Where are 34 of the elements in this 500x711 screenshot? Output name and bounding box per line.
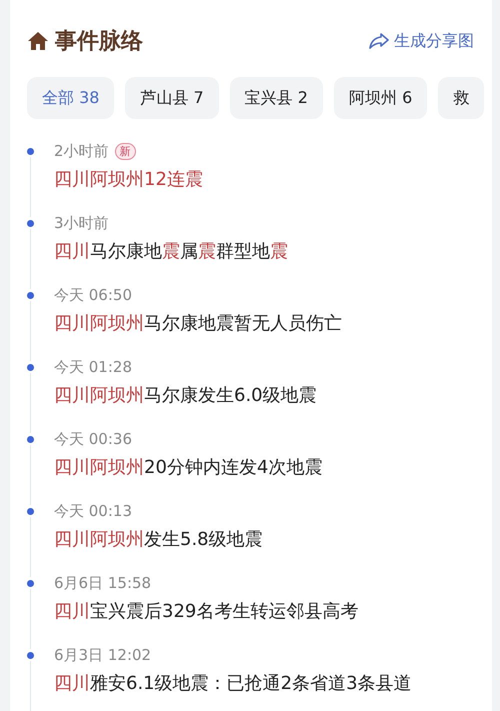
event-time: 今天 00:36 [54,430,132,448]
event-headline[interactable]: 四川阿坝州12连震 [54,168,492,192]
timeline-dot [27,436,34,443]
timeline-dot [27,580,34,587]
section-title: 事件脉络 [55,28,143,56]
event-headline[interactable]: 四川宝兴震后329名考生转运邻县高考 [54,600,492,624]
event-time: 今天 06:50 [54,286,132,304]
event-headline[interactable]: 四川阿坝州发生5.8级地震 [54,528,492,552]
filter-chip[interactable]: 芦山县 7 [125,77,219,119]
event-headline[interactable]: 四川阿坝州马尔康发生6.0级地震 [54,384,492,408]
event-headline[interactable]: 四川马尔康地震属震群型地震 [54,240,492,264]
timeline-dot [27,148,34,155]
new-badge: 新 [114,142,136,160]
timeline-dot [27,508,34,515]
filter-chip[interactable]: 宝兴县 2 [230,77,323,119]
event-time: 今天 00:13 [54,502,132,520]
filter-chip[interactable]: 全部 38 [27,77,114,119]
filter-chip[interactable]: 阿坝州 6 [334,77,428,119]
filter-chip[interactable]: 救 [438,77,484,119]
share-link[interactable]: 生成分享图 [369,30,474,52]
timeline-dot [27,292,34,299]
event-time: 今天 01:28 [54,358,132,376]
event-headline[interactable]: 四川雅安6.1级地震：已抢通2条省道3条县道 [54,672,492,696]
share-icon [369,32,389,50]
timeline-dot [27,364,34,371]
event-time: 2小时前 [54,142,109,160]
event-time: 6月3日 12:02 [54,646,152,664]
timeline-dot [27,652,34,659]
event-time: 6月6日 15:58 [54,574,152,592]
event-headline[interactable]: 四川阿坝州20分钟内连发4次地震 [54,456,492,480]
event-time: 3小时前 [54,214,109,232]
timeline-dot [27,220,34,227]
event-headline[interactable]: 四川阿坝州马尔康地震暂无人员伤亡 [54,312,492,336]
house-icon [27,31,49,51]
